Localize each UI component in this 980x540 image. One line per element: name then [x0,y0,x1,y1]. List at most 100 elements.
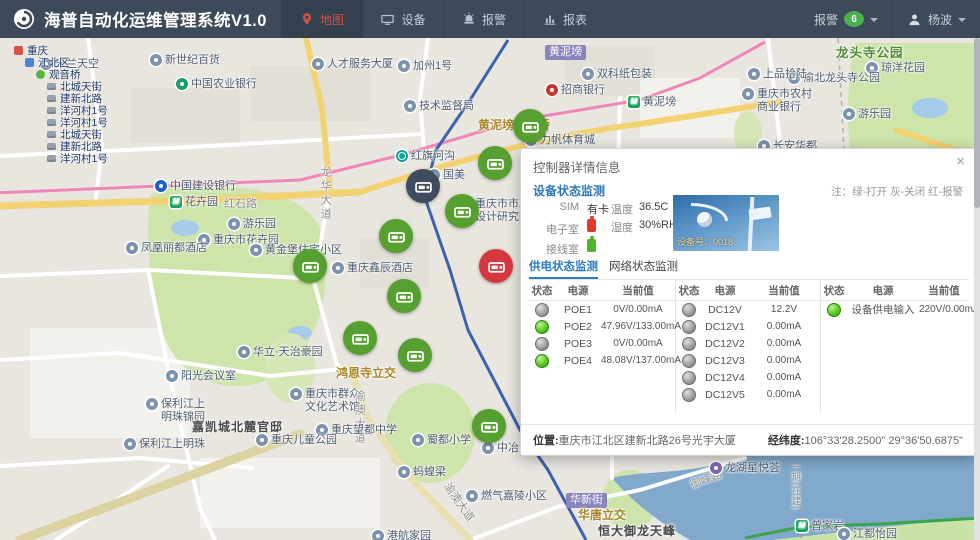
power-value: 0.00mA [748,321,820,332]
device-marker[interactable] [513,109,547,143]
tree-node-icon [25,58,34,67]
camera-pole [748,197,755,251]
map-poi-icon [166,370,178,382]
status-dot [535,354,549,368]
camera-caption: 设备号：0018 [677,235,733,248]
controller-icon [520,116,541,137]
close-icon[interactable]: × [956,154,965,169]
map-label: 恒大御龙天峰 [598,524,676,538]
map-label: 重庆市农村 商业银行 [742,88,812,114]
device-marker[interactable] [387,279,421,313]
tab-network-status[interactable]: 网络状态监测 [609,258,678,277]
tree-node-label: 洋河村1号 [60,151,108,166]
map-label: 上品拾陆 [748,68,807,81]
alarm-dropdown[interactable]: 报警 6 [800,0,892,38]
table-header: 状态 电源 当前值 [821,280,969,301]
map-label: 鸿恩寺立交 [336,366,396,380]
map-poi-icon [838,528,850,540]
map-poi-icon [843,108,855,120]
table-row: DC12V3 0.00mA [676,352,820,369]
table-header: 状态 电源 当前值 [529,280,675,301]
table-row: DC12V2 0.00mA [676,335,820,352]
map-poi-icon [748,68,760,80]
top-bar: 海普自动化运维管理系统V1.0 地图 设备 报警 报表 报警 6 杨波 [0,0,980,38]
power-value: 0.00mA [748,389,820,400]
map-label: 一期(在建) [790,462,801,510]
status-dot [682,303,696,317]
controller-icon [394,286,415,307]
user-icon [907,12,922,27]
table-row: POE4 48.08V/137.00mA [529,352,675,369]
device-marker[interactable] [398,338,432,372]
tree-node-icon [47,155,56,162]
nav-item-device[interactable]: 设备 [362,0,443,38]
map-label: 保利江上明珠 [124,438,205,451]
map-poi-icon [228,218,240,230]
nav-label: 报表 [563,11,587,28]
map-poi-icon [250,244,262,256]
nav-label: 设备 [401,11,425,28]
device-marker[interactable] [379,219,413,253]
device-marker[interactable] [472,409,506,443]
alarm-dropdown-label: 报警 [814,11,838,28]
map-label: 曾家岩 [796,520,844,533]
tree-node-icon [47,95,56,102]
temperature-value: 36.5C [639,201,668,213]
map-label: 招商银行 [546,84,605,97]
input-table: 状态 电源 当前值 设备供电输入 220V/0.00mA [821,280,969,412]
sim-label: SIM [535,201,579,213]
map-poi-icon [312,58,324,70]
humidity-value: 30%RH [639,219,677,231]
map-poi-icon [332,262,344,274]
device-marker[interactable] [406,169,440,203]
controller-icon [300,256,321,277]
nav-item-alarm[interactable]: 报警 [443,0,524,38]
controller-icon [486,256,507,277]
power-name: DC12V [702,304,748,316]
power-value: 0.00mA [748,372,820,383]
tab-power-status[interactable]: 供电状态监测 [529,258,598,279]
map-poi-icon [170,196,182,208]
sim-value: 有卡 [587,201,609,217]
tree-node[interactable]: 洋河村1号 [14,153,108,164]
map-label: 重庆市群众 文化艺术馆 [290,388,360,414]
nav-item-report[interactable]: 报表 [524,0,605,38]
tree-node-icon [47,131,56,138]
map-label: 华新街 [566,493,607,508]
table-row: 设备供电输入 220V/0.00mA [821,301,969,318]
map-poi-icon [290,388,302,400]
power-name: DC12V2 [702,338,748,350]
wiring-room-status-icon [587,239,596,252]
scrollbar-thumb[interactable] [974,38,980,208]
controller-icon [485,153,506,174]
tree-node-icon [47,83,56,90]
map-label: 游乐园 [843,108,891,121]
map-poi-icon [710,462,722,474]
device-marker[interactable] [479,249,513,283]
map-label: 凤凰丽都酒店 [126,242,207,255]
poe-table: 状态 电源 当前值 POE1 0V/0.00mA POE2 47.96V/133… [529,280,676,412]
map-poi-icon [398,466,410,478]
chevron-down-icon [870,18,878,22]
device-marker[interactable] [445,194,479,228]
device-icon [380,12,395,27]
user-menu[interactable]: 杨波 [892,0,980,38]
map-label: 黄泥塝 [628,96,676,109]
nav-label: 报警 [482,11,506,28]
box-camera-icon [748,207,771,221]
map-label: 加州1号 [398,60,452,73]
device-marker[interactable] [343,321,377,355]
power-name: DC12V5 [702,389,748,401]
table-row: DC12V1 0.00mA [676,318,820,335]
nav-item-map[interactable]: 地图 [281,0,362,38]
device-marker[interactable] [293,249,327,283]
vertical-scrollbar[interactable] [974,38,980,540]
table-row: DC12V5 0.00mA [676,386,820,403]
power-value: 0V/0.00mA [601,338,675,349]
map-label: 红石路 [224,198,257,211]
device-marker[interactable] [478,146,512,180]
brand: 海普自动化运维管理系统V1.0 [0,0,281,38]
status-dot [535,337,549,351]
map-label: 龙华大道 [318,166,331,222]
map-poi-icon [742,88,754,100]
